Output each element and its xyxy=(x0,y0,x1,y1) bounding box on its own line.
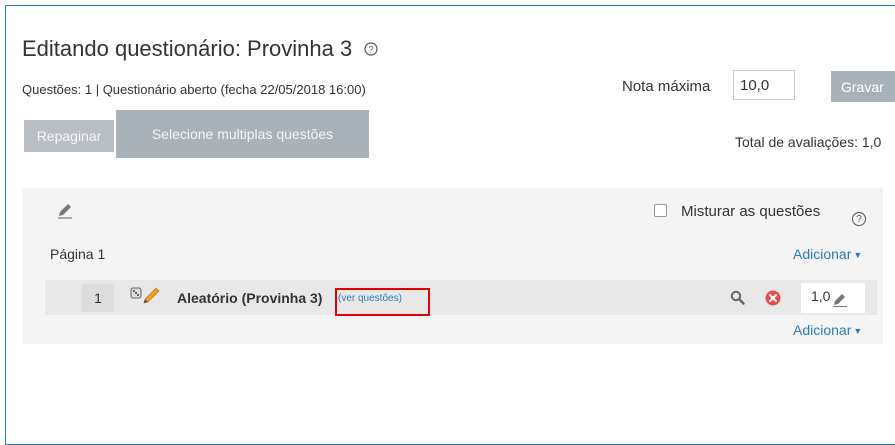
caret-down-icon: ▼ xyxy=(853,250,863,261)
add-label: Adicionar xyxy=(793,322,852,338)
svg-text:?: ? xyxy=(369,44,374,54)
question-name[interactable]: Aleatório (Provinha 3) xyxy=(177,290,322,306)
caret-down-icon: ▼ xyxy=(853,326,863,337)
save-button[interactable]: Gravar xyxy=(831,71,895,102)
question-row xyxy=(45,280,877,315)
random-dice-icon xyxy=(130,287,160,304)
add-menu-top[interactable]: Adicionar ▼ xyxy=(793,246,862,262)
repaginate-button[interactable]: Repaginar xyxy=(24,120,114,152)
total-marks: Total de avaliações: 1,0 xyxy=(735,134,882,150)
question-number: 1 xyxy=(82,284,114,312)
view-questions-link[interactable]: (ver questões) xyxy=(338,293,402,304)
page-heading: Página 1 xyxy=(50,246,106,262)
page-title-text: Editando questionário: Provinha 3 xyxy=(22,36,353,61)
search-icon[interactable] xyxy=(730,290,745,305)
help-icon[interactable]: ? xyxy=(852,212,866,226)
shuffle-label: Misturar as questões xyxy=(681,203,821,220)
page-title: Editando questionário: Provinha 3 ? xyxy=(22,36,378,62)
max-grade-input[interactable] xyxy=(733,70,795,100)
edit-mark-icon[interactable] xyxy=(832,291,848,307)
shuffle-checkbox[interactable] xyxy=(654,204,667,217)
delete-icon[interactable] xyxy=(765,290,781,306)
add-menu-bottom[interactable]: Adicionar ▼ xyxy=(793,322,862,338)
pencil-icon[interactable] xyxy=(56,201,74,219)
quiz-status: Questões: 1 | Questionário aberto (fecha… xyxy=(22,82,366,97)
add-label: Adicionar xyxy=(793,246,852,262)
max-grade-label: Nota máxima xyxy=(622,78,711,95)
select-multiple-button[interactable]: Selecione multiplas questões xyxy=(116,110,369,158)
help-icon[interactable]: ? xyxy=(364,42,378,59)
